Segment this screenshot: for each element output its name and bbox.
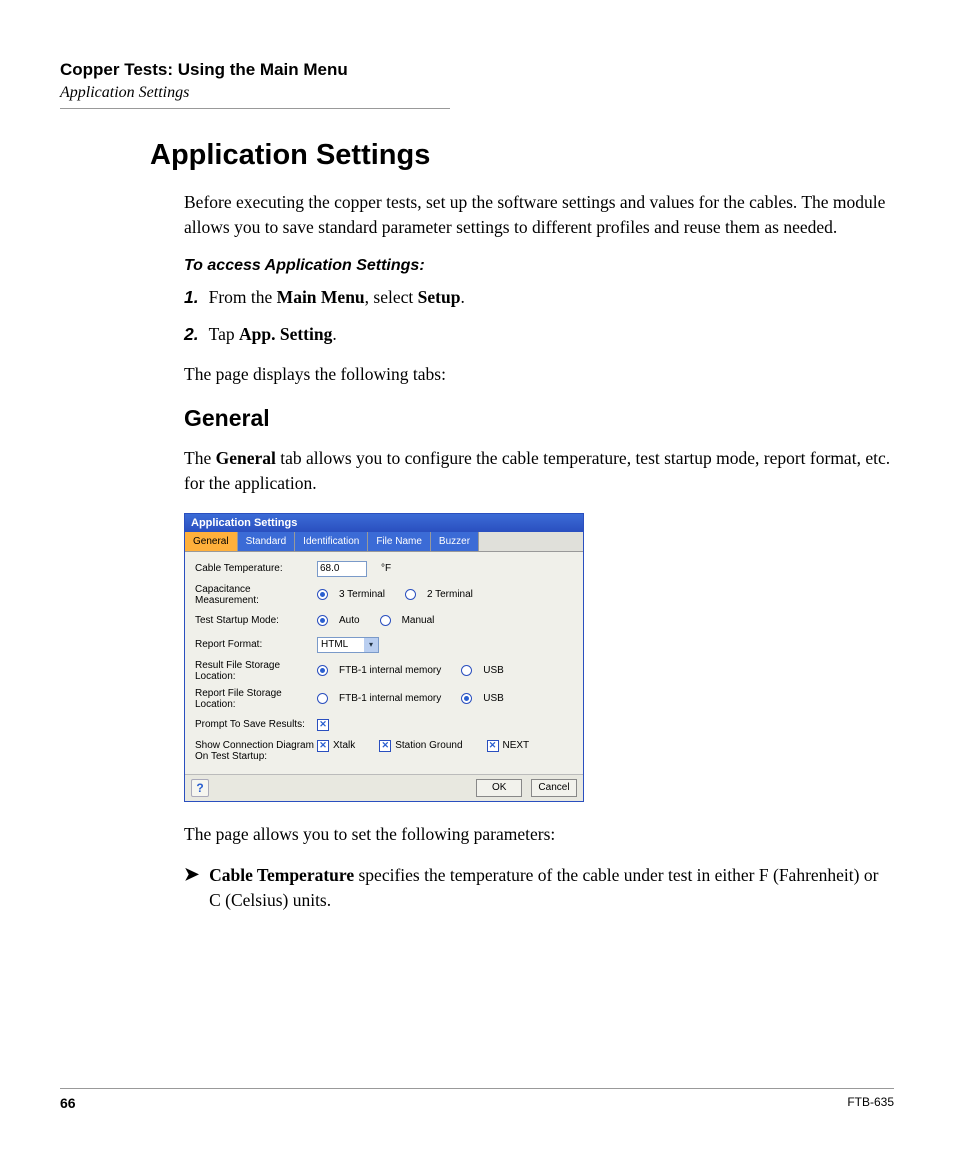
- cable-temp-unit: °F: [381, 563, 391, 574]
- help-icon[interactable]: ?: [191, 779, 209, 797]
- label-prompt-save: Prompt To Save Results:: [195, 719, 317, 730]
- radio-label: Auto: [339, 615, 360, 626]
- step-number: 2.: [184, 322, 199, 347]
- checkbox-xtalk[interactable]: [317, 740, 329, 752]
- tab-strip: General Standard Identification File Nam…: [185, 532, 583, 552]
- checkbox-station-ground[interactable]: [379, 740, 391, 752]
- step-bold: Main Menu: [277, 287, 365, 307]
- dialog-footer: ? OK Cancel: [185, 774, 583, 801]
- radio-label: FTB-1 internal memory: [339, 693, 441, 704]
- params-intro: The page allows you to set the following…: [184, 822, 894, 847]
- step-text: .: [332, 324, 336, 344]
- dialog-panel: Cable Temperature: 68.0 °F Capacitance M…: [185, 552, 583, 774]
- dialog-title: Application Settings: [185, 514, 583, 532]
- cancel-button[interactable]: Cancel: [531, 779, 577, 797]
- radio-report-usb[interactable]: [461, 693, 472, 704]
- radio-auto[interactable]: [317, 615, 328, 626]
- page-number: 66: [60, 1095, 76, 1111]
- document-id: FTB-635: [847, 1095, 894, 1111]
- check-label: Station Ground: [395, 740, 462, 751]
- settings-dialog: Application Settings General Standard Id…: [184, 513, 584, 802]
- bullet-list: ➤ Cable Temperature specifies the temper…: [184, 863, 894, 914]
- label-show-diagram: Show Connection DiagramOn Test Startup:: [195, 740, 317, 762]
- tab-identification[interactable]: Identification: [295, 532, 368, 551]
- radio-result-ftb[interactable]: [317, 665, 328, 676]
- main-content: Application Settings Before executing th…: [150, 139, 894, 914]
- radio-label: USB: [483, 665, 504, 676]
- radio-result-usb[interactable]: [461, 665, 472, 676]
- radio-label: 2 Terminal: [427, 589, 473, 600]
- checkbox-next[interactable]: [487, 740, 499, 752]
- bullet-bold: Cable Temperature: [209, 865, 354, 885]
- radio-label: USB: [483, 693, 504, 704]
- page-header: Copper Tests: Using the Main Menu Applic…: [60, 60, 894, 109]
- tab-file-name[interactable]: File Name: [368, 532, 431, 551]
- radio-label: 3 Terminal: [339, 589, 385, 600]
- label-cap-meas: Capacitance Measurement:: [195, 584, 317, 606]
- chapter-title: Copper Tests: Using the Main Menu: [60, 60, 894, 80]
- label-report-loc: Report File Storage Location:: [195, 688, 317, 710]
- step-text: From the: [209, 287, 277, 307]
- check-label: NEXT: [503, 740, 530, 751]
- chevron-down-icon: ▾: [364, 638, 378, 652]
- check-label: Xtalk: [333, 740, 355, 751]
- step-text: , select: [365, 287, 418, 307]
- general-paragraph: The General tab allows you to configure …: [184, 446, 894, 497]
- ok-button[interactable]: OK: [476, 779, 522, 797]
- radio-report-ftb[interactable]: [317, 693, 328, 704]
- step-text: Tap: [209, 324, 239, 344]
- radio-label: Manual: [402, 615, 435, 626]
- step-list: 1. From the Main Menu, select Setup. 2. …: [184, 285, 894, 348]
- select-value: HTML: [321, 639, 348, 650]
- intro-paragraph: Before executing the copper tests, set u…: [184, 190, 894, 241]
- tab-general[interactable]: General: [185, 532, 238, 551]
- radio-3-terminal[interactable]: [317, 589, 328, 600]
- label-report-fmt: Report Format:: [195, 639, 317, 650]
- report-format-select[interactable]: HTML ▾: [317, 637, 379, 653]
- step-text: .: [460, 287, 464, 307]
- step-bold: App. Setting: [239, 324, 332, 344]
- breadcrumb: Application Settings: [60, 84, 894, 102]
- cable-temp-input[interactable]: 68.0: [317, 561, 367, 577]
- arrow-icon: ➤: [184, 863, 199, 914]
- tabs-note: The page displays the following tabs:: [184, 362, 894, 387]
- checkbox-prompt-save[interactable]: [317, 719, 329, 731]
- step-number: 1.: [184, 285, 199, 310]
- header-rule: [60, 108, 450, 109]
- step-1: 1. From the Main Menu, select Setup.: [184, 285, 894, 310]
- page-title: Application Settings: [150, 139, 894, 172]
- label-cable-temp: Cable Temperature:: [195, 563, 317, 574]
- radio-label: FTB-1 internal memory: [339, 665, 441, 676]
- label-result-loc: Result File Storage Location:: [195, 660, 317, 682]
- radio-manual[interactable]: [380, 615, 391, 626]
- subheading-general: General: [184, 405, 894, 432]
- step-2: 2. Tap App. Setting.: [184, 322, 894, 347]
- list-item: ➤ Cable Temperature specifies the temper…: [184, 863, 894, 914]
- step-bold: Setup: [418, 287, 461, 307]
- radio-2-terminal[interactable]: [405, 589, 416, 600]
- tab-buzzer[interactable]: Buzzer: [431, 532, 479, 551]
- page-footer: 66 FTB-635: [60, 1088, 894, 1111]
- procedure-heading: To access Application Settings:: [184, 257, 894, 275]
- tab-standard[interactable]: Standard: [238, 532, 296, 551]
- label-startup: Test Startup Mode:: [195, 615, 317, 626]
